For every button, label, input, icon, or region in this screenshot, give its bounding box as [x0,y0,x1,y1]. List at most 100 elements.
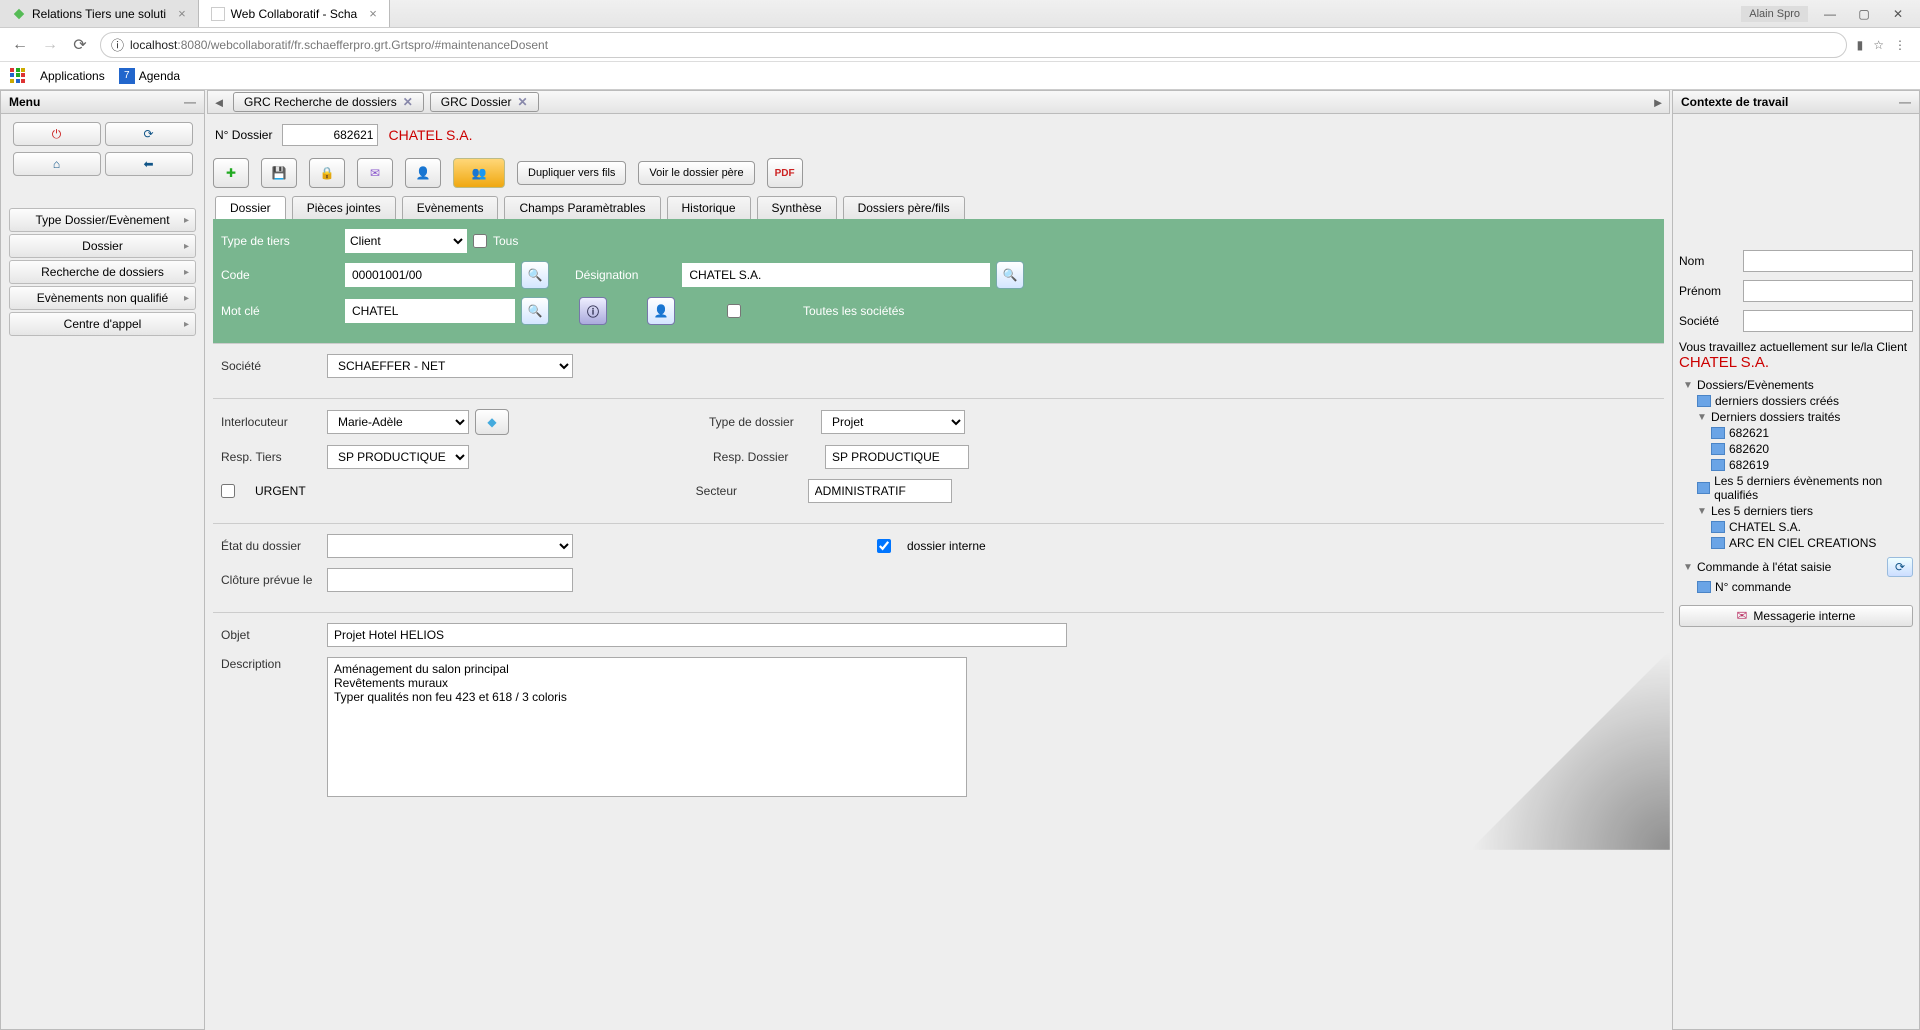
tree-last5tiers-root[interactable]: ▼Les 5 derniers tiers [1679,503,1913,519]
worktab-close-icon[interactable]: ✕ [403,95,413,109]
objet-input[interactable] [327,623,1067,647]
disclosure-icon[interactable]: ▼ [1683,562,1693,573]
commande-refresh-button[interactable]: ⟳ [1887,557,1913,577]
power-button[interactable]: ⏻ [13,122,101,146]
tab-synthese[interactable]: Synthèse [757,196,837,219]
typedos-select[interactable]: Projet [821,410,965,434]
urgent-checkbox[interactable] [221,484,235,498]
menu-item-centre-appel[interactable]: Centre d'appel [9,312,196,336]
etat-select[interactable] [327,534,573,558]
tab-perefils[interactable]: Dossiers père/fils [843,196,965,219]
context-collapse-icon[interactable]: — [1899,95,1911,109]
tous-checkbox[interactable] [473,234,487,248]
worktab-dossier[interactable]: GRC Dossier✕ [430,92,539,112]
respdos-input[interactable] [825,445,969,469]
site-info-icon[interactable]: ⓘ [111,35,124,54]
tree-last5ev[interactable]: Les 5 derniers évènements non qualifiés [1679,473,1913,503]
bookmark-agenda[interactable]: 7 Agenda [119,68,180,84]
star-icon[interactable]: ☆ [1873,38,1884,52]
save-button[interactable]: 💾 [261,158,297,188]
nav-forward-icon[interactable]: → [40,36,60,54]
menu-item-dossier[interactable]: Dossier [9,234,196,258]
dupliquer-button[interactable]: Dupliquer vers fils [517,161,626,185]
designation-input[interactable] [682,263,990,287]
worktab-close-icon[interactable]: ✕ [517,95,527,109]
disclosure-icon[interactable]: ▼ [1697,506,1707,517]
toutes-societes-checkbox[interactable] [727,304,741,318]
interloc-select[interactable]: Marie-Adèle [327,410,469,434]
motcle-search-button[interactable]: 🔍 [521,297,549,325]
tab-dossier[interactable]: Dossier [215,196,286,219]
menu-collapse-icon[interactable]: — [184,95,196,109]
cloture-input[interactable] [327,568,573,592]
nav-back-icon[interactable]: ← [10,36,30,54]
kebab-menu-icon[interactable]: ⋮ [1894,38,1906,52]
address-bar[interactable]: ⓘ localhost:8080/webcollaboratif/fr.scha… [100,32,1847,58]
code-input[interactable] [345,263,515,287]
add-button[interactable]: ✚ [213,158,249,188]
menu-item-recherche[interactable]: Recherche de dossiers [9,260,196,284]
ctx-nom-input[interactable] [1743,250,1913,272]
tree-root[interactable]: ▼Dossiers/Evènements [1679,377,1913,393]
back-button[interactable]: ⬅ [105,152,193,176]
info-button[interactable]: ⓘ [579,297,607,325]
disclosure-icon[interactable]: ▼ [1697,412,1707,423]
resptiers-select[interactable]: SP PRODUCTIQUE [327,445,469,469]
tree-tiers-arcenciel[interactable]: ARC EN CIEL CREATIONS [1679,535,1913,551]
tree-dossier-682619[interactable]: 682619 [1679,457,1913,473]
tree-dossier-682620[interactable]: 682620 [1679,441,1913,457]
messagerie-button[interactable]: ✉ Messagerie interne [1679,605,1913,627]
tree-commande-root[interactable]: ▼Commande à l'état saisie [1679,559,1831,575]
window-minimize-icon[interactable]: — [1822,7,1838,21]
user-button[interactable]: 👤 [405,158,441,188]
societe-select[interactable]: SCHAEFFER - NET [327,354,573,378]
motcle-input[interactable] [345,299,515,323]
nav-reload-icon[interactable]: ⟳ [70,35,90,55]
bookmark-agenda-label: Agenda [139,69,180,83]
tab-evenements[interactable]: Evènements [402,196,499,219]
lock-button[interactable]: 🔒 [309,158,345,188]
apps-grid-icon[interactable] [10,68,26,84]
tab-pieces[interactable]: Pièces jointes [292,196,396,219]
browser-tab-1[interactable]: Web Collaboratif - Scha × [199,0,390,27]
doc-icon [1697,482,1710,494]
people-button[interactable]: 👥 [453,158,505,188]
tree-tiers-chatel[interactable]: CHATEL S.A. [1679,519,1913,535]
bookmark-applications[interactable]: Applications [40,69,105,83]
site-bookmark-tag-icon[interactable]: ▮ [1857,38,1864,52]
worktabs-left-arrow-icon[interactable]: ◄ [208,95,230,110]
tree-created[interactable]: derniers dossiers créés [1679,393,1913,409]
window-maximize-icon[interactable]: ▢ [1856,7,1872,21]
tree-treated-root[interactable]: ▼Derniers dossiers traités [1679,409,1913,425]
interloc-lookup-button[interactable]: ◆ [475,409,509,435]
dossier-interne-checkbox[interactable] [877,539,891,553]
window-close-icon[interactable]: ✕ [1890,7,1906,21]
description-textarea[interactable]: Aménagement du salon principal Revêtemen… [327,657,967,797]
secteur-input[interactable] [808,479,952,503]
home-button[interactable]: ⌂ [13,152,101,176]
ctx-societe-input[interactable] [1743,310,1913,332]
menu-item-type-dossier[interactable]: Type Dossier/Evènement [9,208,196,232]
mail-button[interactable]: ✉ [357,158,393,188]
pdf-button[interactable]: PDF [767,158,803,188]
menu-item-evenements[interactable]: Evènements non qualifié [9,286,196,310]
disclosure-icon[interactable]: ▼ [1683,380,1693,391]
code-search-button[interactable]: 🔍 [521,261,549,289]
tab-historique[interactable]: Historique [667,196,751,219]
tab-close-0[interactable]: × [178,6,186,21]
designation-search-button[interactable]: 🔍 [996,261,1024,289]
num-dossier-input[interactable] [282,124,378,146]
tree-numcmd[interactable]: N° commande [1679,579,1913,595]
person-info-button[interactable]: 👤 [647,297,675,325]
tab-close-1[interactable]: × [369,6,377,21]
ctx-prenom-input[interactable] [1743,280,1913,302]
tab-champs[interactable]: Champs Paramètrables [504,196,660,219]
window-user-badge[interactable]: Alain Spro [1741,6,1808,22]
voir-pere-button[interactable]: Voir le dossier père [638,161,754,185]
type-tiers-select[interactable]: Client [345,229,467,253]
browser-tab-0[interactable]: Relations Tiers une soluti × [0,0,199,27]
worktabs-right-arrow-icon[interactable]: ► [1647,95,1669,110]
refresh-button[interactable]: ⟳ [105,122,193,146]
worktab-recherche[interactable]: GRC Recherche de dossiers✕ [233,92,424,112]
tree-dossier-682621[interactable]: 682621 [1679,425,1913,441]
